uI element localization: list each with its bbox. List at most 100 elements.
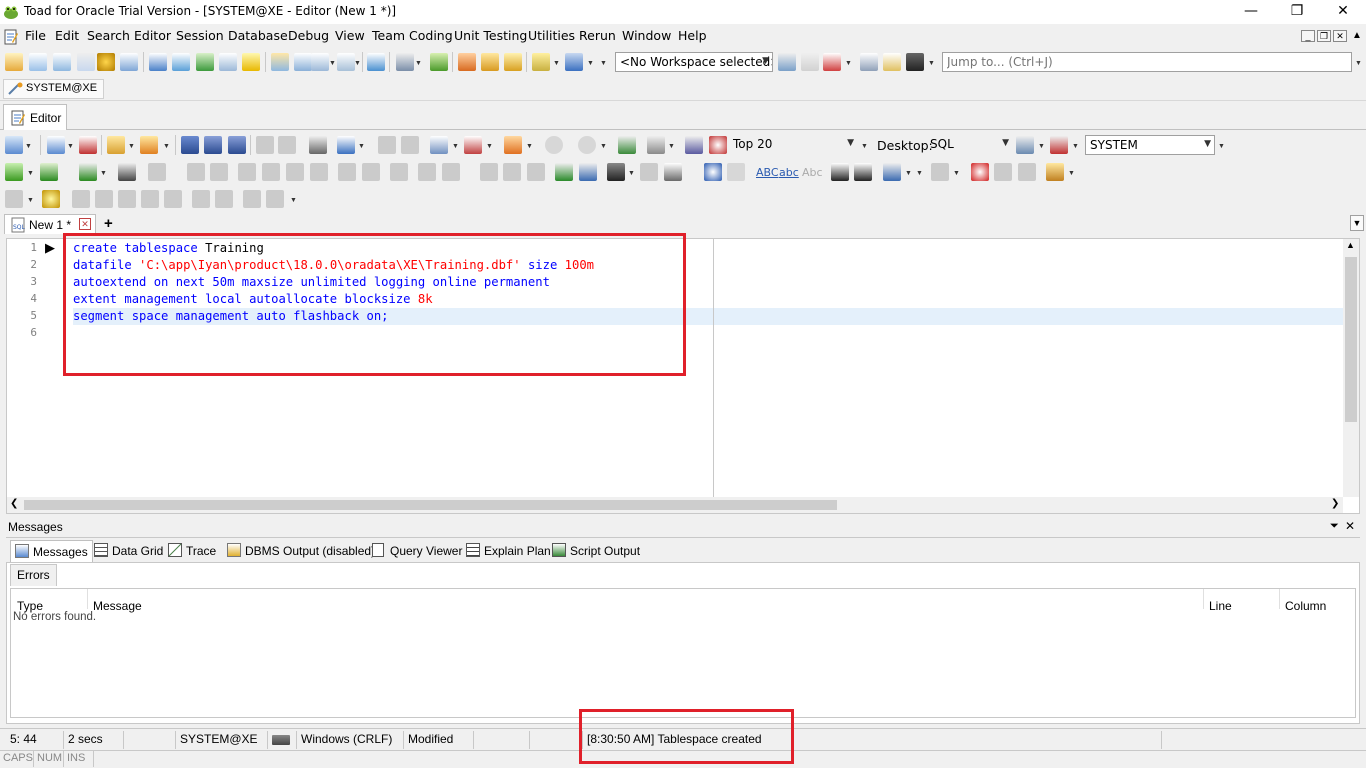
dropdown-arrow-icon[interactable]: ▼ — [953, 163, 961, 181]
dropdown-arrow-icon[interactable]: ▼ — [329, 53, 337, 71]
explain-plan-icon[interactable] — [118, 163, 136, 181]
dropdown-arrow-icon[interactable]: ▼ — [1038, 136, 1046, 154]
run-script-icon[interactable] — [430, 53, 448, 71]
mdi-restore-icon[interactable]: ❐ — [1317, 30, 1331, 42]
graduation-cap-icon[interactable] — [906, 53, 924, 71]
save-all-icon[interactable] — [228, 136, 246, 154]
tab-data-grid[interactable]: Data Grid — [90, 540, 167, 562]
monitor-icon[interactable] — [172, 53, 190, 71]
column-header-column[interactable]: Column — [1285, 599, 1326, 613]
dropdown-arrow-icon[interactable]: ▼ — [905, 163, 913, 181]
execute-current-icon[interactable] — [79, 163, 97, 181]
dropdown-arrow-icon[interactable]: ▼ — [290, 190, 298, 208]
workspace-select[interactable]: <No Workspace selected> ▼ — [615, 52, 773, 72]
snippet-icon[interactable] — [464, 136, 482, 154]
horizontal-scrollbar[interactable]: ❮ ❯ — [7, 497, 1343, 513]
menu-session[interactable]: Session — [176, 28, 224, 43]
horizontal-scroll-thumb[interactable] — [24, 500, 837, 510]
workspace-delete-icon[interactable] — [823, 53, 841, 71]
dropdown-arrow-icon[interactable]: ▼ — [358, 136, 366, 154]
edit-notes-icon[interactable] — [1046, 163, 1064, 181]
dropdown-arrow-icon[interactable]: ▼ — [354, 53, 362, 71]
menu-edit[interactable]: Edit — [55, 28, 79, 43]
dropdown-arrow-icon[interactable]: ▼ — [553, 53, 561, 71]
plsql-search-icon[interactable] — [396, 53, 414, 71]
dropdown-arrow-icon[interactable]: ▼ — [486, 136, 494, 154]
undo-icon[interactable] — [704, 163, 722, 181]
compare-icon[interactable] — [219, 53, 237, 71]
dropdown-arrow-icon[interactable]: ▼ — [526, 136, 534, 154]
menu-utilities[interactable]: Utilities — [528, 28, 575, 43]
scroll-left-icon[interactable]: ❮ — [10, 498, 18, 509]
window-icon[interactable] — [120, 53, 138, 71]
dropdown-arrow-icon[interactable]: ▼ — [67, 136, 75, 154]
sql-icon[interactable] — [77, 53, 95, 71]
connect-icon[interactable] — [5, 136, 23, 154]
top-rows-select[interactable]: Top 20 ▼ — [729, 135, 857, 155]
dropdown-arrow-icon[interactable]: ▼ — [27, 163, 35, 181]
schema-browser-icon[interactable] — [29, 53, 47, 71]
vertical-scroll-thumb[interactable] — [1345, 257, 1357, 422]
open-folder-icon[interactable] — [107, 136, 125, 154]
dropdown-arrow-icon[interactable]: ▼ — [100, 163, 108, 181]
checklist-icon[interactable] — [555, 163, 573, 181]
new-editor-icon[interactable] — [5, 53, 23, 71]
close-file-icon[interactable] — [79, 136, 97, 154]
sessions-icon[interactable] — [149, 53, 167, 71]
desktop-select[interactable]: SQL ▼ — [926, 135, 1012, 155]
dropdown-arrow-icon[interactable]: ▼ — [415, 53, 423, 71]
tab-dbms-output[interactable]: DBMS Output (disabled) — [223, 540, 379, 562]
query-builder-icon[interactable] — [685, 136, 703, 154]
menu-unit-testing[interactable]: Unit Testing — [454, 28, 527, 43]
record-macro-icon[interactable] — [971, 163, 989, 181]
dropdown-arrow-icon[interactable]: ▼ — [128, 136, 136, 154]
binoculars-icon[interactable] — [607, 163, 625, 181]
dropdown-arrow-icon[interactable]: ▼ — [916, 163, 924, 181]
pin-panel-icon[interactable]: ⏷ — [1330, 520, 1339, 533]
grid-icon[interactable] — [294, 53, 312, 71]
dropdown-arrow-icon[interactable]: ▼ — [587, 53, 595, 71]
dropdown-arrow-icon[interactable]: ▼ — [25, 136, 33, 154]
subtab-errors[interactable]: Errors — [10, 564, 57, 586]
vertical-scrollbar[interactable]: ▲ — [1343, 239, 1359, 497]
plsql-icon[interactable] — [647, 136, 665, 154]
replace-icon[interactable] — [664, 163, 682, 181]
format-icon[interactable] — [337, 136, 355, 154]
help-bag-icon[interactable] — [504, 53, 522, 71]
menu-editor[interactable]: Editor — [134, 28, 171, 43]
dropdown-arrow-icon[interactable]: ▼ — [628, 163, 636, 181]
paint-icon[interactable] — [883, 163, 901, 181]
gear-icon[interactable] — [97, 53, 115, 71]
template-icon[interactable] — [430, 136, 448, 154]
dropdown-arrow-icon[interactable]: ▼ — [600, 53, 608, 71]
bookmark-icon[interactable] — [504, 136, 522, 154]
team-add-icon[interactable] — [532, 53, 550, 71]
menu-window[interactable]: Window — [622, 28, 671, 43]
mdi-close-icon[interactable]: ✕ — [1333, 30, 1347, 42]
menu-rerun[interactable]: Rerun — [579, 28, 616, 43]
sql-optimize-icon[interactable] — [618, 136, 636, 154]
column-header-message[interactable]: Message — [93, 599, 142, 613]
dropdown-arrow-icon[interactable]: ▼ — [600, 136, 608, 154]
restore-button[interactable]: ❐ — [1274, 0, 1320, 24]
dropdown-arrow-icon[interactable]: ▼ — [452, 136, 460, 154]
tab-messages[interactable]: Messages — [10, 540, 93, 562]
team-remove-icon[interactable] — [565, 53, 583, 71]
execute-script-icon[interactable] — [40, 163, 58, 181]
minimize-button[interactable]: — — [1228, 0, 1274, 24]
execute-statement-icon[interactable] — [5, 163, 23, 181]
menu-debug[interactable]: Debug — [288, 28, 329, 43]
dropdown-arrow-icon[interactable]: ▼ — [928, 53, 936, 71]
scroll-right-icon[interactable]: ❯ — [1331, 498, 1339, 509]
project-manager-icon[interactable] — [53, 53, 71, 71]
recent-files-icon[interactable] — [140, 136, 158, 154]
tab-script-output[interactable]: Script Output — [548, 540, 644, 562]
dropdown-arrow-icon[interactable]: ▼ — [1072, 136, 1080, 154]
add-tab-button[interactable]: + — [104, 215, 113, 232]
column-header-line[interactable]: Line — [1209, 599, 1232, 613]
menu-file[interactable]: File — [25, 28, 46, 43]
uppercase-icon[interactable]: ABC — [756, 166, 779, 179]
chart-icon[interactable] — [367, 53, 385, 71]
indent-icon[interactable] — [831, 163, 849, 181]
tab-list-chevron-icon[interactable]: ▼ — [1350, 215, 1364, 231]
